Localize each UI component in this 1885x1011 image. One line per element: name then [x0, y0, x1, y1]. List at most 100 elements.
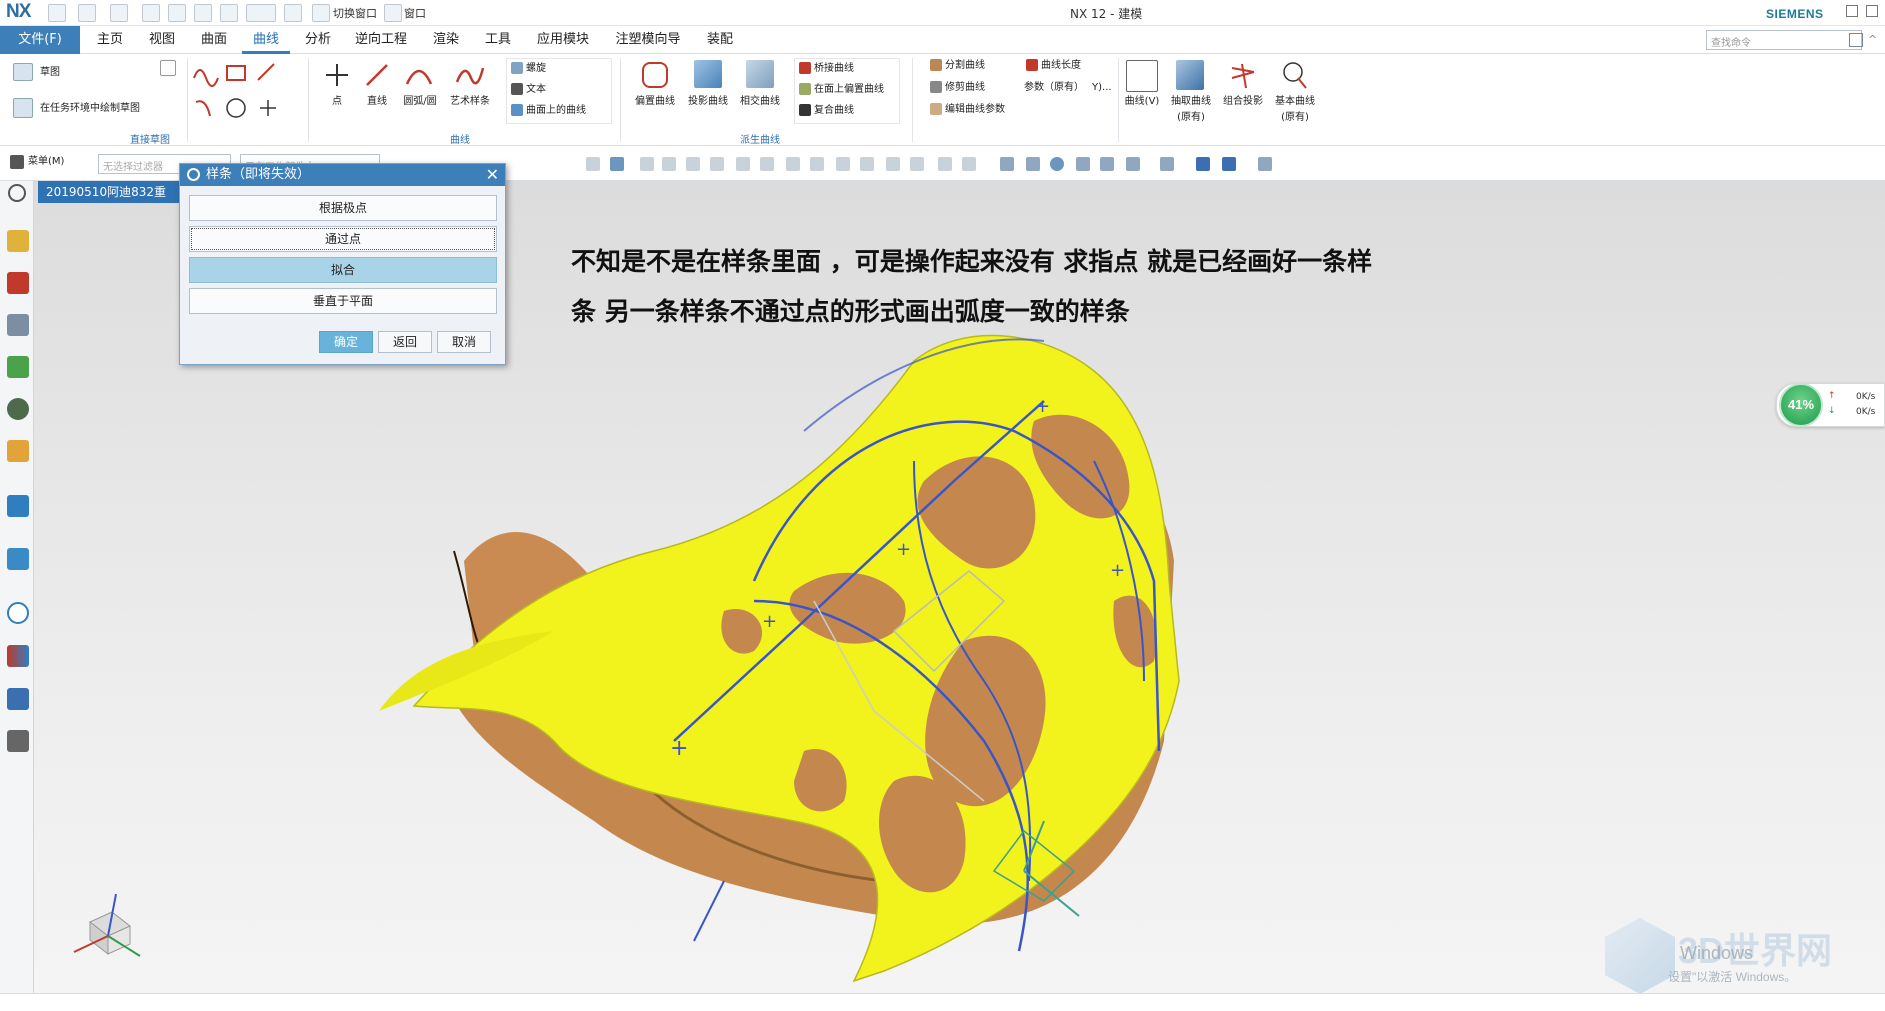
color-palette-icon[interactable]	[7, 645, 29, 667]
collapse-ribbon-icon[interactable]: ^	[1868, 33, 1882, 47]
copy-icon[interactable]	[168, 4, 186, 22]
tab-tools[interactable]: 工具	[474, 26, 522, 54]
art-spline-icon[interactable]	[454, 62, 484, 88]
composite-curve-button[interactable]: 复合曲线	[799, 102, 854, 120]
touch-mode-icon[interactable]	[284, 4, 302, 22]
snap-icon[interactable]	[860, 157, 874, 171]
offset-on-face-button[interactable]: 在面上偏置曲线	[799, 81, 884, 99]
snap-icon[interactable]	[610, 157, 624, 171]
extract-curve-icon[interactable]	[1176, 60, 1204, 90]
sketch-curve-tools[interactable]	[190, 60, 300, 122]
window-menu-button[interactable]: 窗口	[404, 5, 426, 21]
line-button[interactable]: 直线	[360, 96, 394, 108]
maximize-icon[interactable]	[1866, 5, 1878, 17]
trim-curve-button[interactable]: 修剪曲线	[930, 79, 985, 97]
rotate-icon[interactable]	[1050, 157, 1064, 171]
menu-button[interactable]: 菜单(M)	[28, 153, 64, 171]
curve-command-icon[interactable]	[246, 4, 276, 22]
redo-icon[interactable]	[110, 4, 128, 22]
basic-curve-icon[interactable]	[1280, 60, 1310, 90]
file-menu-button[interactable]: 文件(F)	[0, 26, 80, 54]
perpendicular-to-plane-button[interactable]: 垂直于平面	[189, 288, 497, 314]
tab-view[interactable]: 视图	[138, 26, 186, 54]
save-icon[interactable]	[48, 4, 66, 22]
view-icon[interactable]	[1100, 157, 1114, 171]
snap-icon[interactable]	[640, 157, 654, 171]
clock-icon[interactable]	[7, 602, 29, 624]
role-icon[interactable]	[7, 688, 29, 710]
snap-icon[interactable]	[686, 157, 700, 171]
project-curve-icon[interactable]	[694, 60, 722, 88]
constraint-navigator-icon[interactable]	[7, 314, 29, 336]
tab-mold-wizard[interactable]: 注塑模向导	[606, 26, 690, 54]
sketch-grid-icon[interactable]	[160, 60, 176, 76]
offset-curve-button[interactable]: 偏置曲线	[630, 96, 680, 108]
command-search-input[interactable]: 查找命令	[1706, 30, 1862, 50]
system-materials-icon[interactable]	[7, 495, 29, 517]
edit-curve-params-button[interactable]: 编辑曲线参数	[930, 101, 1005, 119]
project-curve-button[interactable]: 投影曲线	[683, 96, 733, 108]
undo-icon[interactable]	[78, 4, 96, 22]
tab-analysis[interactable]: 分析	[294, 26, 342, 54]
snap-icon[interactable]	[736, 157, 750, 171]
intersect-curve-button[interactable]: 相交曲线	[735, 96, 785, 108]
art-spline-button[interactable]: 艺术样条	[446, 96, 494, 108]
sketch-button[interactable]: 草图	[40, 64, 60, 82]
ribbon-options-icon[interactable]	[1849, 33, 1863, 47]
snap-icon[interactable]	[662, 157, 676, 171]
render-style-icon[interactable]	[1196, 157, 1210, 171]
combined-projection-icon[interactable]	[1228, 60, 1258, 90]
tab-render[interactable]: 渲染	[422, 26, 470, 54]
intersect-curve-icon[interactable]	[746, 60, 774, 88]
snap-icon[interactable]	[938, 157, 952, 171]
tab-home[interactable]: 主页	[86, 26, 134, 54]
by-poles-button[interactable]: 根据极点	[189, 195, 497, 221]
sketch-task-env-button[interactable]: 在任务环境中绘制草图	[40, 100, 140, 118]
cut-icon[interactable]	[142, 4, 160, 22]
snap-icon[interactable]	[910, 157, 924, 171]
snap-icon[interactable]	[786, 157, 800, 171]
tab-application[interactable]: 应用模块	[528, 26, 598, 54]
text-button[interactable]: 文本	[511, 81, 546, 99]
view-icon[interactable]	[1126, 157, 1140, 171]
window-icon[interactable]	[384, 4, 402, 22]
through-points-button[interactable]: 通过点	[189, 226, 497, 252]
helix-button[interactable]: 螺旋	[511, 60, 546, 78]
history-icon[interactable]	[7, 440, 29, 462]
view-icon[interactable]	[1076, 157, 1090, 171]
sketch-task-icon[interactable]	[13, 98, 33, 118]
ok-button[interactable]: 确定	[319, 331, 373, 353]
combined-projection-button[interactable]: 组合投影	[1218, 96, 1268, 108]
snap-icon[interactable]	[710, 157, 724, 171]
point-icon[interactable]	[324, 62, 350, 88]
curve-length-button[interactable]: 曲线长度	[1026, 57, 1081, 75]
process-studio-icon[interactable]	[7, 548, 29, 570]
params-y-button[interactable]: Y)...	[1092, 79, 1112, 97]
bridge-curve-button[interactable]: 桥接曲线	[799, 60, 854, 78]
cancel-button[interactable]: 取消	[437, 331, 491, 353]
back-button[interactable]: 返回	[378, 331, 432, 353]
extract-curve-button[interactable]: 抽取曲线	[1166, 96, 1216, 108]
snap-icon[interactable]	[886, 157, 900, 171]
repeat-command-icon[interactable]	[220, 4, 238, 22]
snap-icon[interactable]	[760, 157, 774, 171]
switch-window-icon[interactable]	[312, 4, 330, 22]
tab-surface[interactable]: 曲面	[190, 26, 238, 54]
basic-curve-button[interactable]: 基本曲线	[1270, 96, 1320, 108]
fit-button[interactable]: 拟合	[189, 257, 497, 283]
params-legacy-button[interactable]: 参数（原有）	[1024, 79, 1084, 97]
sketch-icon[interactable]	[13, 63, 33, 81]
view-icon[interactable]	[1000, 157, 1014, 171]
curve-on-surface-button[interactable]: 曲面上的曲线	[511, 102, 586, 120]
curve-v-icon[interactable]	[1126, 60, 1158, 92]
tools-icon[interactable]	[7, 730, 29, 752]
switch-window-button[interactable]: 切换窗口	[333, 5, 377, 21]
reuse-library-icon[interactable]	[7, 356, 29, 378]
minimize-icon[interactable]	[1846, 5, 1858, 17]
line-icon[interactable]	[364, 62, 390, 88]
snap-icon[interactable]	[836, 157, 850, 171]
render-style-icon[interactable]	[1222, 157, 1236, 171]
point-button[interactable]: 点	[322, 96, 352, 108]
assembly-navigator-icon[interactable]	[7, 272, 29, 294]
tab-assembly[interactable]: 装配	[696, 26, 744, 54]
